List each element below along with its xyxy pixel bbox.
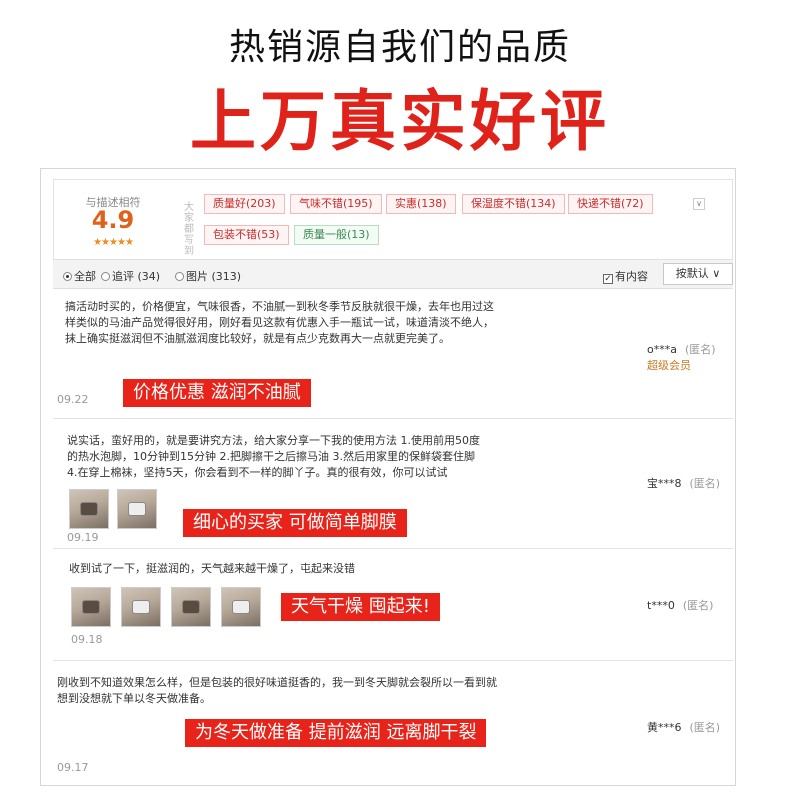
filter-has-content-label: 有内容 <box>615 270 648 283</box>
impression-label: 大家都写到 <box>184 202 194 257</box>
anonymous-label: (匿名) <box>682 599 714 612</box>
anonymous-label: (匿名) <box>684 343 716 356</box>
photo-content <box>80 502 98 516</box>
rating-summary: 与描述相符 4.9 ★★★★★ 大家都写到 质量好(203) 气味不错(195)… <box>53 179 733 271</box>
review-text: 收到试了一下，挺滋润的，天气越来越干燥了，屯起来没错 <box>69 562 355 575</box>
photo-content <box>82 600 100 614</box>
review-panel: 与描述相符 4.9 ★★★★★ 大家都写到 质量好(203) 气味不错(195)… <box>40 168 736 786</box>
photo-content <box>132 600 150 614</box>
tag-quality-good[interactable]: 质量好(203) <box>204 194 285 214</box>
review-highlight-banner: 天气干燥 囤起来! <box>281 593 440 621</box>
radio-icon <box>175 272 184 281</box>
review-date: 09.18 <box>71 633 103 646</box>
review-date: 09.22 <box>57 393 89 406</box>
filter-all[interactable]: 全部 <box>63 268 96 284</box>
photo-content <box>182 600 200 614</box>
sort-dropdown[interactable]: 按默认 ∨ <box>663 263 733 285</box>
review-username: 宝***8 <box>647 477 682 490</box>
filter-bar: 全部 追评 (34) 图片 (313) ✓ 有内容 按默认 ∨ <box>53 259 733 289</box>
checkbox-checked-icon: ✓ <box>603 274 613 284</box>
review-user: 宝***8 (匿名) <box>647 475 720 491</box>
review-user: o***a (匿名) <box>647 341 716 357</box>
radio-icon <box>101 272 110 281</box>
tag-value[interactable]: 实惠(138) <box>386 194 456 214</box>
review-username: 黄***6 <box>647 721 682 734</box>
review-photo-thumbnail[interactable] <box>117 489 157 529</box>
review-highlight-banner: 为冬天做准备 提前滋润 远离脚干裂 <box>185 719 487 747</box>
photo-content <box>128 502 146 516</box>
review-user: 黄***6 (匿名) <box>647 719 720 735</box>
tag-smell-good[interactable]: 气味不错(195) <box>290 194 382 214</box>
review-photo-thumbnail[interactable] <box>221 587 261 627</box>
filter-pictures-label: 图片 (313) <box>186 270 242 283</box>
filter-has-content[interactable]: ✓ 有内容 <box>603 268 648 284</box>
review-item: 收到试了一下，挺滋润的，天气越来越干燥了，屯起来没错 天气干燥 囤起来! 09.… <box>53 549 733 661</box>
chevron-down-icon[interactable]: ∨ <box>693 198 705 210</box>
review-username: t***0 <box>647 599 675 612</box>
review-item: 搞活动时买的，价格便宜，气味很香，不油腻一到秋冬季节反肤就很干燥，去年也用过这样… <box>53 291 733 419</box>
anonymous-label: (匿名) <box>689 721 721 734</box>
tag-moisture-good[interactable]: 保湿度不错(134) <box>462 194 565 214</box>
filter-followup-label: 追评 (34) <box>112 270 161 283</box>
review-item: 刚收到不知道效果怎么样，但是包装的很好味道挺香的，我一到冬天脚就会裂所以一看到就… <box>53 661 733 785</box>
filter-followup[interactable]: 追评 (34) <box>101 268 160 284</box>
review-item: 说实话，蛮好用的，就是要讲究方法，给大家分享一下我的使用方法 1.使用前用50度… <box>53 419 733 549</box>
review-photo-thumbnail[interactable] <box>71 587 111 627</box>
review-user: t***0 (匿名) <box>647 597 713 613</box>
review-highlight-banner: 细心的买家 可做简单脚膜 <box>183 509 407 537</box>
review-text: 刚收到不知道效果怎么样，但是包装的很好味道挺香的，我一到冬天脚就会裂所以一看到就… <box>57 676 497 705</box>
review-highlight-banner: 价格优惠 滋润不油腻 <box>123 379 311 407</box>
filter-pictures[interactable]: 图片 (313) <box>175 268 241 284</box>
review-date: 09.19 <box>67 531 99 544</box>
review-date: 09.17 <box>57 761 89 774</box>
headline-slogan: 上万真实好评 <box>190 83 610 160</box>
anonymous-label: (匿名) <box>689 477 721 490</box>
score-column: 与描述相符 4.9 ★★★★★ <box>54 180 172 270</box>
review-photo-thumbnail[interactable] <box>121 587 161 627</box>
photo-content <box>232 600 250 614</box>
review-text: 说实话，蛮好用的，就是要讲究方法，给大家分享一下我的使用方法 1.使用前用50度… <box>67 434 480 479</box>
score-value: 4.9 <box>91 206 135 234</box>
review-photo-thumbnail[interactable] <box>69 489 109 529</box>
review-username: o***a <box>647 343 677 356</box>
tag-delivery-good[interactable]: 快递不错(72) <box>568 194 653 214</box>
tag-packaging-good[interactable]: 包装不错(53) <box>204 225 289 245</box>
headline-title: 热销源自我们的品质 <box>228 27 571 68</box>
radio-selected-icon <box>63 272 72 281</box>
filter-all-label: 全部 <box>74 270 96 283</box>
review-photo-thumbnail[interactable] <box>171 587 211 627</box>
tag-quality-average[interactable]: 质量一般(13) <box>294 225 379 245</box>
star-rating-icon: ★★★★★ <box>93 237 134 248</box>
review-text: 搞活动时买的，价格便宜，气味很香，不油腻一到秋冬季节反肤就很干燥，去年也用过这样… <box>65 300 494 345</box>
vip-badge: 超级会员 <box>647 359 691 372</box>
